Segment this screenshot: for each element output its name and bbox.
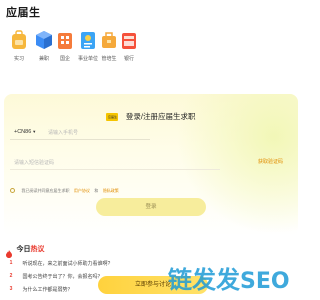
- backpack-icon: [10, 30, 28, 50]
- category-label: 银行: [123, 56, 134, 62]
- category-parttime[interactable]: 兼职: [33, 30, 55, 68]
- login-button[interactable]: 登录: [96, 198, 206, 216]
- topic-text: 听说现在，来之前面试小师助力看谁啊?: [22, 261, 111, 268]
- category-bank[interactable]: 银行: [118, 30, 140, 68]
- hot-title-highlight: 热议: [30, 245, 45, 253]
- privacy-policy-link[interactable]: 隐私政策: [103, 188, 119, 193]
- phone-input[interactable]: [48, 127, 148, 138]
- agreement-and: 和: [94, 187, 99, 193]
- category-nav: 实习 兼职 国企 事业单位 管培生 银行: [0, 30, 300, 68]
- phone-field-row: +CN86▼: [10, 126, 150, 140]
- cube-icon: [35, 30, 53, 50]
- svg-text:SEO: SEO: [240, 269, 290, 294]
- app-logo[interactable]: 应届生: [6, 4, 41, 20]
- svg-text:链发发: 链发发: [168, 266, 240, 294]
- bank-icon: [120, 30, 138, 50]
- document-icon: [79, 30, 97, 50]
- hot-topics-heading: 今日热议: [6, 240, 44, 258]
- sms-code-input[interactable]: [14, 157, 164, 168]
- category-mgmt-trainee[interactable]: 管培生: [98, 30, 120, 68]
- category-soe[interactable]: 国企: [54, 30, 76, 68]
- hot-topics-title: 今日热议: [16, 244, 44, 254]
- topic-text: 为什么工作都是弱势？: [22, 287, 73, 294]
- brand-badge: 应届生: [106, 112, 119, 121]
- topic-text: 国考公告终于出了？你，会报名吗？: [22, 274, 103, 281]
- category-internship[interactable]: 实习: [8, 30, 30, 68]
- panel-heading: 应届生 登录/注册应届生求职: [4, 108, 298, 121]
- rank-number: 1: [9, 260, 13, 267]
- bag-icon: [100, 30, 118, 50]
- flame-icon: [6, 245, 12, 258]
- panel-title: 登录/注册应届生求职: [125, 112, 196, 122]
- user-agreement-link[interactable]: 用户协议: [74, 188, 90, 193]
- list-item[interactable]: 1 听说现在，来之前面试小师助力看谁啊?: [8, 255, 111, 268]
- country-code-select[interactable]: +CN86▼: [14, 129, 36, 135]
- list-item[interactable]: 2 国考公告终于出了？你，会报名吗？: [8, 268, 103, 281]
- top-header: 应届生: [0, 0, 300, 22]
- get-code-button[interactable]: 获取验证码: [258, 158, 283, 165]
- code-field-row: [10, 156, 220, 170]
- country-code-value: +CN86: [14, 129, 32, 135]
- agreement-text: 我已阅读并同意应届生求职: [21, 187, 70, 193]
- building-icon: [56, 30, 74, 50]
- category-public-institution[interactable]: 事业单位: [77, 30, 99, 68]
- watermark-logo: 链发发 SEO: [166, 258, 296, 298]
- rank-number: 3: [9, 286, 13, 293]
- list-item[interactable]: 3 为什么工作都是弱势？: [8, 281, 73, 294]
- chevron-down-icon: ▼: [32, 129, 37, 134]
- rank-number: 2: [9, 273, 13, 280]
- agreement-row: 我已阅读并同意应届生求职 用户协议 和 隐私政策: [10, 182, 119, 194]
- hot-title-prefix: 今日: [16, 245, 31, 253]
